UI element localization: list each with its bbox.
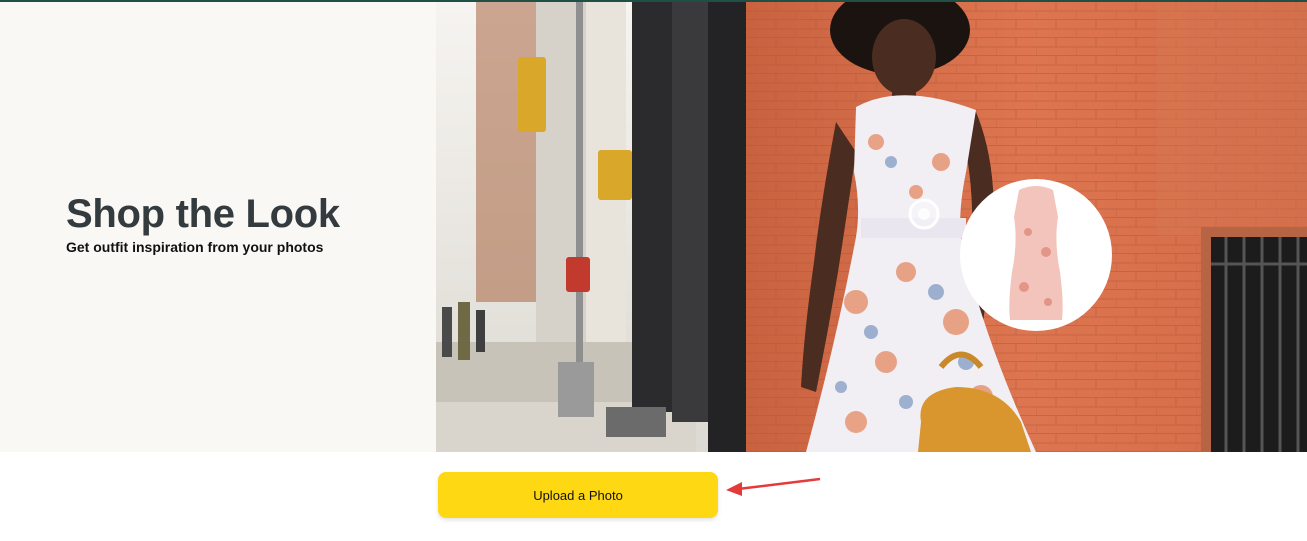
page-subtitle: Get outfit inspiration from your photos xyxy=(66,239,324,255)
hero-text-panel: Shop the Look Get outfit inspiration fro… xyxy=(0,2,436,452)
upload-photo-button[interactable]: Upload a Photo xyxy=(438,472,718,518)
hero-photo xyxy=(436,2,1307,452)
annotation-arrow-icon xyxy=(726,477,821,496)
street-fashion-photo xyxy=(436,2,1307,452)
page-title: Shop the Look xyxy=(66,192,340,236)
hero-banner: Shop the Look Get outfit inspiration fro… xyxy=(0,2,1307,452)
